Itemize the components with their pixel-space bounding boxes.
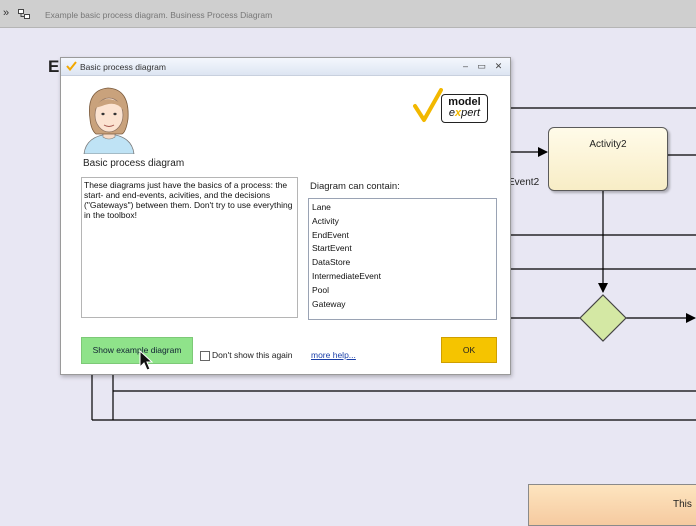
activity-label: Activity2 xyxy=(589,139,627,150)
more-help-link[interactable]: more help... xyxy=(311,350,356,360)
close-icon[interactable]: ✕ xyxy=(492,60,505,72)
list-item[interactable]: StartEvent xyxy=(312,242,493,256)
avatar xyxy=(83,87,135,154)
activity-node[interactable]: Activity2 xyxy=(548,127,668,191)
contain-label: Diagram can contain: xyxy=(310,181,400,192)
show-example-diagram-button[interactable]: Show example diagram xyxy=(81,337,193,364)
gateway-shape xyxy=(579,294,627,342)
ok-button[interactable]: OK xyxy=(441,337,497,363)
basic-process-diagram-dialog: Basic process diagram – ▭ ✕ model expert… xyxy=(60,57,511,375)
list-item[interactable]: EndEvent xyxy=(312,229,493,243)
dont-show-again-label[interactable]: Don't show this again xyxy=(212,350,293,360)
model-expert-logo-check xyxy=(413,88,443,122)
list-item[interactable]: Pool xyxy=(312,284,493,298)
description-text: These diagrams just have the basics of a… xyxy=(81,177,298,318)
list-item[interactable]: IntermediateEvent xyxy=(312,270,493,284)
event-label: Event2 xyxy=(508,177,540,188)
list-item[interactable]: Lane xyxy=(312,201,493,215)
list-item[interactable]: Gateway xyxy=(312,298,493,312)
checkmark-icon xyxy=(66,61,77,71)
annotation-text: This xyxy=(673,499,692,510)
maximize-icon[interactable]: ▭ xyxy=(475,60,488,72)
list-item[interactable]: Activity xyxy=(312,215,493,229)
contain-list[interactable]: Lane Activity EndEvent StartEvent DataSt… xyxy=(308,198,497,320)
minimize-icon[interactable]: – xyxy=(459,60,472,72)
dialog-title: Basic process diagram xyxy=(80,62,166,72)
dialog-heading: Basic process diagram xyxy=(83,158,185,169)
list-item[interactable]: DataStore xyxy=(312,256,493,270)
annotation-box[interactable]: This xyxy=(528,484,696,526)
dialog-titlebar[interactable]: Basic process diagram – ▭ ✕ xyxy=(61,58,510,76)
dont-show-again-checkbox[interactable] xyxy=(200,351,210,361)
model-expert-logo: model expert xyxy=(441,94,488,123)
mouse-cursor-icon xyxy=(139,350,153,371)
